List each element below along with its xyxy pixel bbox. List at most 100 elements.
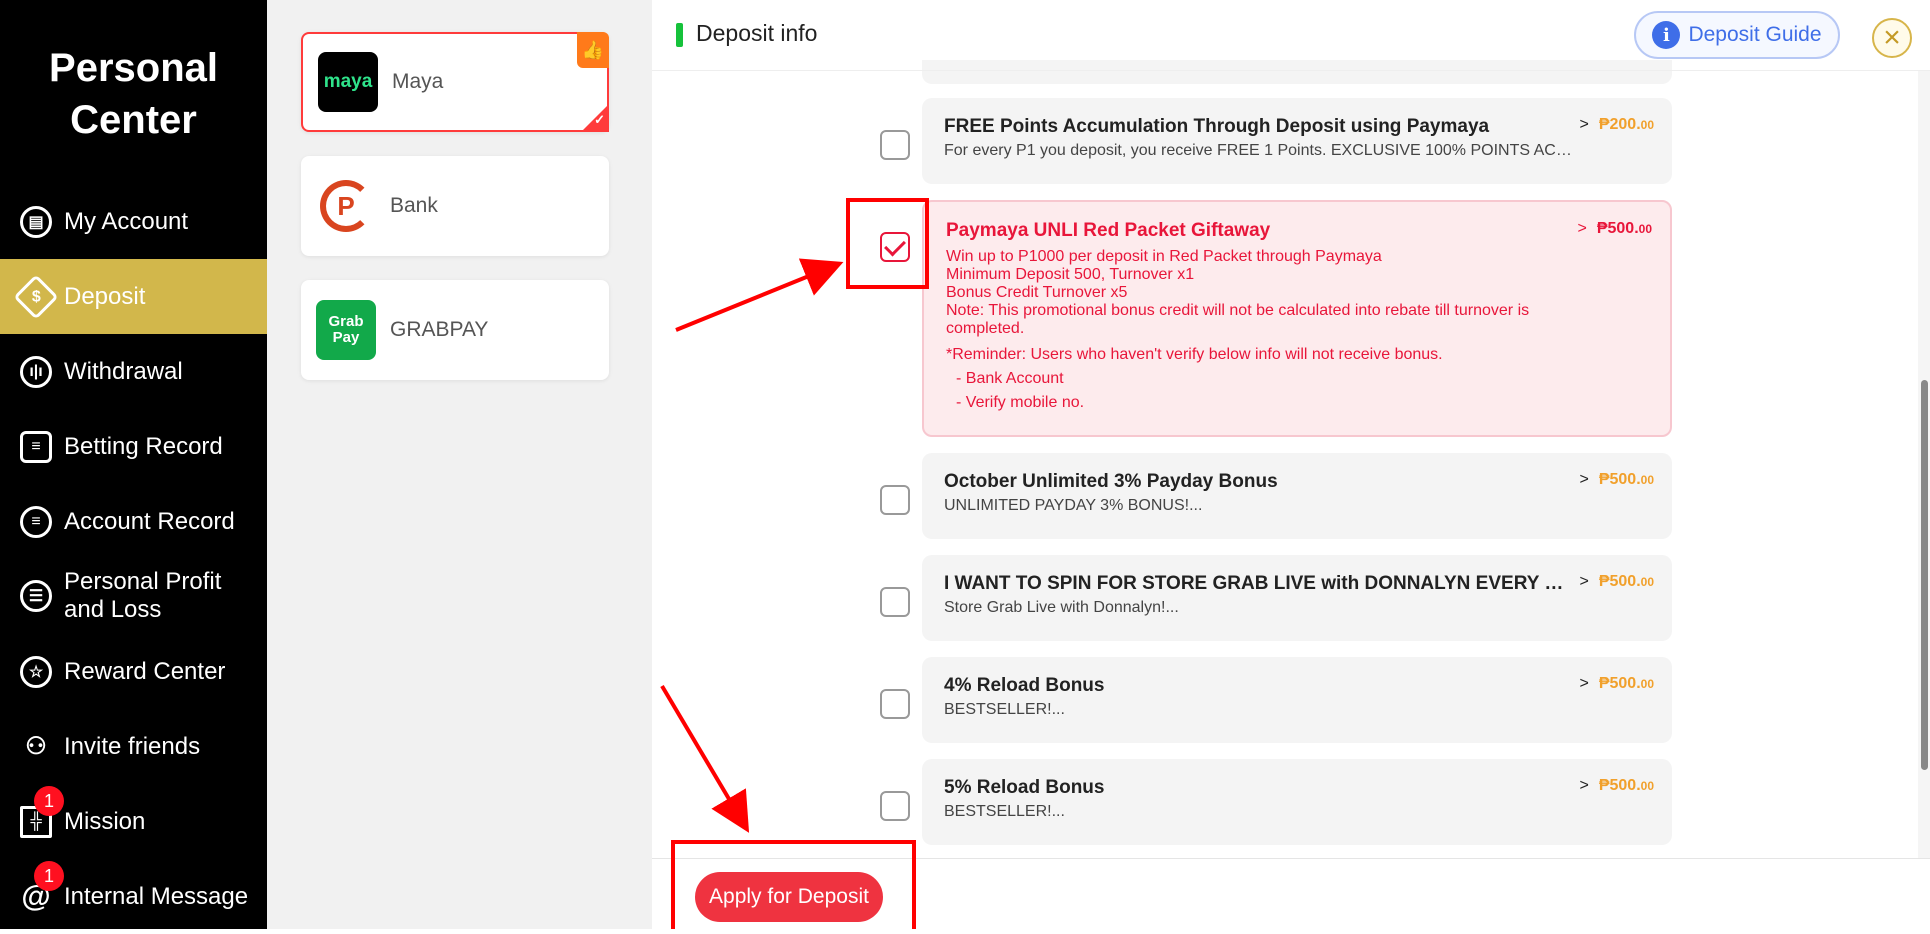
promo-row[interactable]: 4% Reload Bonus BESTSELLER!... > ₱500.00 — [922, 657, 1672, 743]
promo-checkbox[interactable] — [880, 485, 910, 515]
promo-title: 4% Reload Bonus — [944, 675, 1105, 696]
sidebar-item-mission[interactable]: ╬ Mission 1 — [0, 784, 267, 859]
promo-title: 5% Reload Bonus — [944, 777, 1105, 798]
method-card-grabpay[interactable]: Grab Pay GRABPAY — [301, 280, 609, 380]
promo-detail: Note: This promotional bonus credit will… — [946, 302, 1530, 337]
bank-logo-glyph: P — [320, 180, 372, 232]
promo-subtitle: BESTSELLER!... — [944, 803, 1065, 820]
promo-row[interactable]: 5% Reload Bonus BESTSELLER!... > ₱500.00 — [922, 759, 1672, 845]
list-icon: ≡ — [20, 505, 52, 538]
sidebar-item-label: My Account — [64, 207, 189, 235]
sidebar-title: Personal Center — [0, 42, 267, 146]
promo-row-selected[interactable]: Paymaya UNLI Red Packet Giftaway Win up … — [922, 200, 1672, 437]
promo-amount-cents: 00 — [1638, 222, 1652, 236]
profit-loss-icon: ☰ — [20, 580, 52, 612]
sidebar-item-account-record[interactable]: ≡ Account Record — [0, 484, 267, 559]
chart-icon: ı|ı — [20, 355, 52, 388]
sidebar-item-withdrawal[interactable]: ı|ı Withdrawal — [0, 334, 267, 409]
chevron-right-icon: > — [1579, 777, 1589, 794]
sidebar-item-invite-friends[interactable]: ⚇ Invite friends — [0, 709, 267, 784]
promo-amount-value: ₱500. — [1598, 777, 1641, 794]
promo-amount-cents: 00 — [1640, 473, 1654, 487]
method-card-maya[interactable]: maya Maya 👍 ✓ — [301, 32, 609, 132]
sidebar-item-internal-message[interactable]: @ Internal Message 1 — [0, 859, 267, 934]
promo-checkbox[interactable] — [880, 791, 910, 821]
check-icon: ✓ — [594, 112, 605, 127]
promo-amount-cents: 00 — [1640, 118, 1654, 132]
promo-subtitle: UNLIMITED PAYDAY 3% BONUS!... — [944, 497, 1203, 514]
deposit-guide-label: Deposit Guide — [1688, 23, 1822, 46]
invite-user-icon: ⚇ — [25, 733, 47, 760]
method-name: Bank — [390, 194, 438, 217]
page-title: Deposit info — [696, 20, 818, 46]
sidebar-item-label: Reward Center — [64, 657, 226, 685]
sidebar-item-my-account[interactable]: ▤ My Account — [0, 184, 267, 259]
chevron-right-icon: > — [1579, 471, 1589, 488]
promo-row[interactable]: FREE Points Accumulation Through Deposit… — [922, 98, 1672, 184]
promo-checkbox[interactable] — [880, 689, 910, 719]
sidebar-item-reward-center[interactable]: ☆ Reward Center — [0, 634, 267, 709]
promo-detail: Minimum Deposit 500, Turnover x1 — [946, 266, 1195, 283]
sidebar-item-deposit[interactable]: $ Deposit — [0, 259, 267, 334]
chevron-right-icon: > — [1579, 675, 1589, 692]
sidebar-item-label: Withdrawal — [64, 357, 183, 385]
promo-amount-value: ₱200. — [1598, 116, 1641, 133]
sidebar-item-betting-record[interactable]: ≡ Betting Record — [0, 409, 267, 484]
notification-badge: 1 — [34, 786, 64, 816]
promo-checkbox[interactable] — [880, 587, 910, 617]
promo-amount: > ₱500.00 — [1579, 573, 1654, 591]
annotation-box-checkbox — [846, 198, 929, 289]
info-icon: i — [1652, 21, 1681, 49]
thumbs-up-icon: 👍 — [577, 32, 609, 68]
sidebar-item-label: Mission — [64, 807, 146, 835]
promo-amount-cents: 00 — [1640, 779, 1654, 793]
sidebar-item-label: Betting Record — [64, 432, 223, 460]
wallet-icon: ▤ — [20, 205, 52, 238]
promo-row[interactable]: October Unlimited 3% Payday Bonus UNLIMI… — [922, 453, 1672, 539]
method-card-bank[interactable]: P Bank — [301, 156, 609, 256]
promo-amount-value: ₱500. — [1598, 675, 1641, 692]
bank-logo: P — [316, 176, 376, 236]
scrollbar-thumb[interactable] — [1921, 380, 1928, 770]
promo-amount: > ₱500.00 — [1579, 471, 1654, 489]
header-bar: Deposit info i Deposit Guide × — [652, 0, 1930, 71]
sidebar-item-label: Internal Message — [64, 882, 249, 910]
promo-title: Paymaya UNLI Red Packet Giftaway — [946, 220, 1271, 241]
deposit-icon: $ — [13, 273, 59, 320]
promo-amount: > ₱500.00 — [1579, 675, 1654, 693]
promo-amount: > ₱200.00 — [1579, 116, 1654, 134]
promo-amount-value: ₱500. — [1598, 471, 1641, 488]
promo-requirement: - Bank Account — [956, 370, 1064, 387]
promo-title: October Unlimited 3% Payday Bonus — [944, 471, 1278, 492]
promo-detail: Win up to P1000 per deposit in Red Packe… — [946, 248, 1382, 265]
close-icon[interactable]: × — [1872, 18, 1912, 58]
promo-subtitle: Store Grab Live with Donnalyn!... — [944, 599, 1179, 616]
promo-detail: Bonus Credit Turnover x5 — [946, 284, 1128, 301]
sidebar-title-line2: Center — [70, 98, 197, 142]
method-name: Maya — [392, 70, 444, 93]
chevron-right-icon: > — [1577, 220, 1587, 237]
deposit-guide-button[interactable]: i Deposit Guide — [1634, 11, 1840, 59]
promo-amount-value: ₱500. — [1596, 220, 1639, 237]
promo-title: FREE Points Accumulation Through Deposit… — [944, 116, 1490, 137]
promo-checkbox[interactable] — [880, 130, 910, 160]
promo-requirement: - Verify mobile no. — [956, 394, 1085, 411]
title-accent-bar — [676, 23, 683, 47]
sidebar-item-profit-loss[interactable]: ☰ Personal Profit and Loss — [0, 557, 267, 635]
payment-methods-panel: maya Maya 👍 ✓ P Bank Grab Pay GRABPAY — [267, 0, 652, 929]
notification-badge: 1 — [34, 861, 64, 891]
sidebar-item-label: Deposit — [64, 282, 146, 310]
sidebar-item-label: Personal Profit and Loss — [64, 568, 222, 623]
promo-amount-cents: 00 — [1640, 575, 1654, 589]
promo-amount: > ₱500.00 — [1579, 777, 1654, 795]
promo-row[interactable]: I WANT TO SPIN FOR STORE GRAB LIVE with … — [922, 555, 1672, 641]
sidebar-item-label: Invite friends — [64, 732, 201, 760]
maya-logo: maya — [318, 52, 378, 112]
sidebar-item-label: Account Record — [64, 507, 235, 535]
sidebar-title-line1: Personal — [49, 46, 218, 90]
clipboard-icon: ≡ — [20, 430, 52, 463]
chevron-right-icon: > — [1579, 573, 1589, 590]
promo-amount: > ₱500.00 — [1577, 220, 1652, 238]
grabpay-logo: Grab Pay — [316, 300, 376, 360]
promo-reminder: *Reminder: Users who haven't verify belo… — [946, 346, 1443, 363]
